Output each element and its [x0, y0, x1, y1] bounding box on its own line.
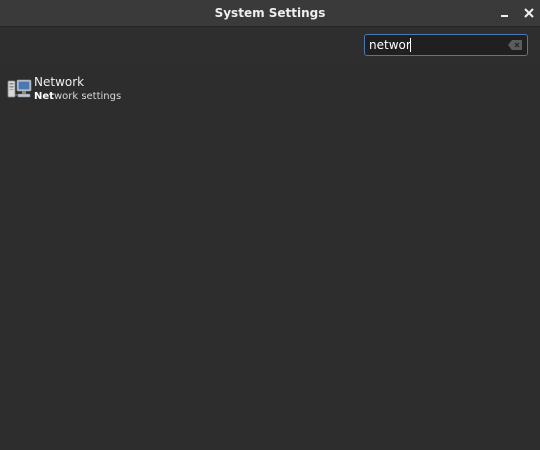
- close-button[interactable]: [520, 4, 538, 22]
- result-title: Network: [34, 75, 85, 89]
- search-results: Network Network settings: [0, 64, 540, 450]
- clear-search-icon[interactable]: [507, 39, 523, 51]
- minimize-button[interactable]: [496, 4, 514, 22]
- search-box[interactable]: [364, 34, 528, 56]
- titlebar[interactable]: System Settings: [0, 0, 540, 27]
- result-network[interactable]: Network Network settings: [6, 74, 186, 108]
- window-title: System Settings: [214, 6, 326, 20]
- result-description: Network settings: [34, 90, 121, 104]
- result-description-rest: work settings: [53, 91, 122, 102]
- text-caret: [410, 38, 411, 52]
- toolbar: [0, 27, 540, 64]
- search-input[interactable]: [367, 36, 503, 54]
- close-icon: [524, 8, 534, 18]
- network-icon: [7, 79, 32, 98]
- system-settings-window: System Settings networ Network Network s…: [0, 0, 540, 450]
- result-description-highlight: Net: [34, 91, 54, 102]
